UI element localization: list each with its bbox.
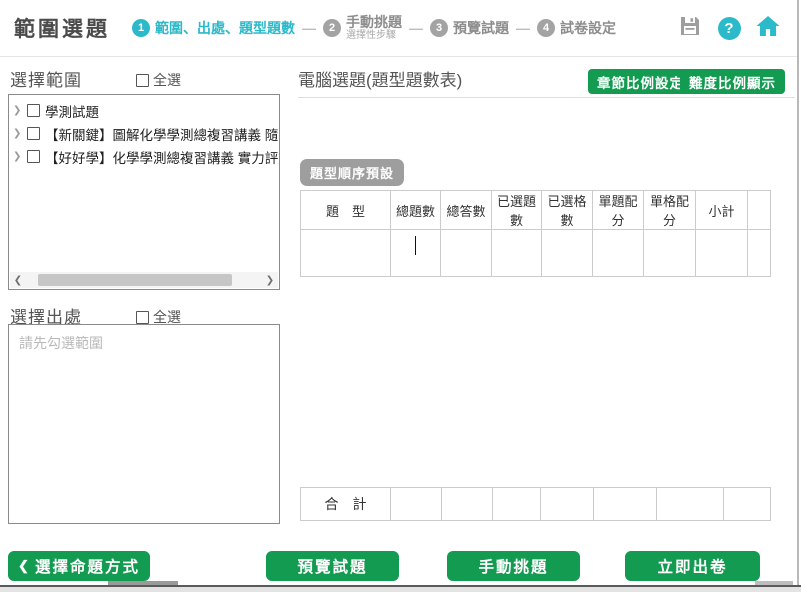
text-cursor [415, 236, 417, 255]
total-cell [442, 488, 493, 521]
expand-chevron-icon[interactable]: ❯ [13, 151, 27, 162]
scrollbar-track[interactable] [26, 272, 262, 288]
expand-chevron-icon[interactable]: ❯ [13, 105, 27, 116]
chapter-ratio-button[interactable]: 章節比例設定 [588, 69, 693, 94]
step-2-label: 手動挑題 [346, 14, 402, 30]
total-cell [493, 488, 541, 521]
table-header-row: 題 型 總題數 總答數 已選題數 已選格數 單題配分 單格配分 小計 [301, 191, 771, 230]
range-select-all-checkbox[interactable]: 全選 [136, 70, 181, 90]
step-1-range[interactable]: 1 範圍、出處、題型題數 [132, 18, 295, 38]
scroll-right-arrow-icon[interactable]: ❯ [262, 272, 278, 288]
save-icon [678, 14, 702, 43]
cell-points-per-question[interactable] [593, 230, 644, 277]
step-4-label: 試卷設定 [560, 18, 616, 38]
page-bottom-edge [0, 587, 801, 592]
total-cell [594, 488, 657, 521]
checkbox-icon [136, 74, 149, 87]
col-selected-blanks: 已選格數 [542, 191, 593, 230]
totals-row: 合 計 [301, 488, 771, 521]
cell-blank[interactable] [748, 230, 771, 277]
generate-paper-button[interactable]: 立即出卷 [625, 551, 760, 581]
cell-points-per-blank[interactable] [644, 230, 696, 277]
cell-selected-blanks[interactable] [542, 230, 593, 277]
col-points-per-blank: 單格配分 [644, 191, 696, 230]
wizard-stepper: 1 範圍、出處、題型題數 — 2 手動挑題 選擇性步驟 — 3 預覽試題 — 4… [132, 14, 616, 42]
range-tree-item[interactable]: ❯ 學測試題 [9, 99, 279, 122]
source-list-box: 請先勾選範圍 [8, 324, 280, 524]
range-tree-box: ❯ 學測試題 ❯ 【新關鍵】圖解化學學測總複習講義 隨堂測驗 ❯ 【好好學】化學… [8, 94, 280, 290]
step-2-sublabel: 選擇性步驟 [346, 30, 402, 42]
page-title: 範圍選題 [14, 13, 110, 43]
manual-pick-button[interactable]: 手動挑題 [447, 551, 580, 581]
step-2-manual-pick[interactable]: 2 手動挑題 選擇性步驟 [323, 14, 402, 42]
col-selected-questions: 已選題數 [492, 191, 542, 230]
help-icon: ? [718, 17, 741, 40]
total-cell [724, 488, 771, 521]
checkbox-icon [136, 311, 149, 324]
home-button[interactable] [755, 16, 781, 42]
col-blank [748, 191, 771, 230]
panel-divider [298, 97, 795, 98]
scroll-left-arrow-icon[interactable]: ❮ [10, 272, 26, 288]
computer-selection-title: 電腦選題(題型題數表) [298, 66, 462, 91]
difficulty-ratio-button[interactable]: 難度比例顯示 [680, 69, 785, 94]
col-total-questions: 總題數 [391, 191, 441, 230]
table-row [301, 230, 771, 277]
choose-question-method-button[interactable]: ❮ 選擇命題方式 [8, 551, 150, 581]
col-question-type: 題 型 [301, 191, 391, 230]
col-total-answers: 總答數 [441, 191, 492, 230]
cell-total-questions-input[interactable] [391, 230, 441, 277]
step-3-label: 預覽試題 [453, 18, 509, 38]
col-points-per-question: 單題配分 [593, 191, 644, 230]
expand-chevron-icon[interactable]: ❯ [13, 128, 27, 139]
step-separator: — [302, 20, 316, 36]
checkbox-icon[interactable] [27, 104, 40, 117]
step-3-number: 3 [430, 19, 448, 37]
total-cell [541, 488, 594, 521]
cell-selected-questions[interactable] [492, 230, 542, 277]
step-4-paper-settings[interactable]: 4 試卷設定 [537, 18, 616, 38]
totals-table: 合 計 [300, 487, 771, 521]
step-1-number: 1 [132, 19, 150, 37]
total-cell [657, 488, 724, 521]
cell-question-type[interactable] [301, 230, 391, 277]
cell-subtotal[interactable] [696, 230, 748, 277]
range-tree-item[interactable]: ❯ 【新關鍵】圖解化學學測總複習講義 隨堂測驗 [9, 122, 279, 145]
help-button[interactable]: ? [716, 16, 742, 42]
window-right-border [797, 0, 799, 585]
step-separator: — [516, 20, 530, 36]
step-2-number: 2 [323, 19, 341, 37]
save-button[interactable] [677, 16, 703, 42]
source-placeholder-text: 請先勾選範圍 [9, 325, 279, 361]
chevron-left-icon: ❮ [18, 558, 29, 574]
exam-builder-page: 範圍選題 1 範圍、出處、題型題數 — 2 手動挑題 選擇性步驟 — 3 預覽試… [0, 0, 801, 592]
checkbox-icon[interactable] [27, 127, 40, 140]
step-1-label: 範圍、出處、題型題數 [155, 18, 295, 38]
range-tree-item[interactable]: ❯ 【好好學】化學學測總複習講義 實力評量 [9, 145, 279, 168]
cell-total-answers[interactable] [441, 230, 492, 277]
checkbox-icon[interactable] [27, 150, 40, 163]
scrollbar-thumb[interactable] [38, 274, 232, 286]
col-subtotal: 小計 [696, 191, 748, 230]
total-cell [391, 488, 442, 521]
range-section-title: 選擇範圍 [10, 66, 82, 91]
step-separator: — [409, 20, 423, 36]
home-icon [755, 14, 781, 43]
header-bar: 範圍選題 1 範圍、出處、題型題數 — 2 手動挑題 選擇性步驟 — 3 預覽試… [0, 0, 797, 57]
question-type-order-preset-button[interactable]: 題型順序預設 [300, 159, 404, 186]
total-label-cell: 合 計 [301, 488, 391, 521]
step-4-number: 4 [537, 19, 555, 37]
question-type-table: 題 型 總題數 總答數 已選題數 已選格數 單題配分 單格配分 小計 [300, 190, 771, 277]
horizontal-scrollbar[interactable]: ❮ ❯ [10, 272, 278, 288]
preview-questions-button[interactable]: 預覽試題 [266, 551, 399, 581]
step-3-preview[interactable]: 3 預覽試題 [430, 18, 509, 38]
